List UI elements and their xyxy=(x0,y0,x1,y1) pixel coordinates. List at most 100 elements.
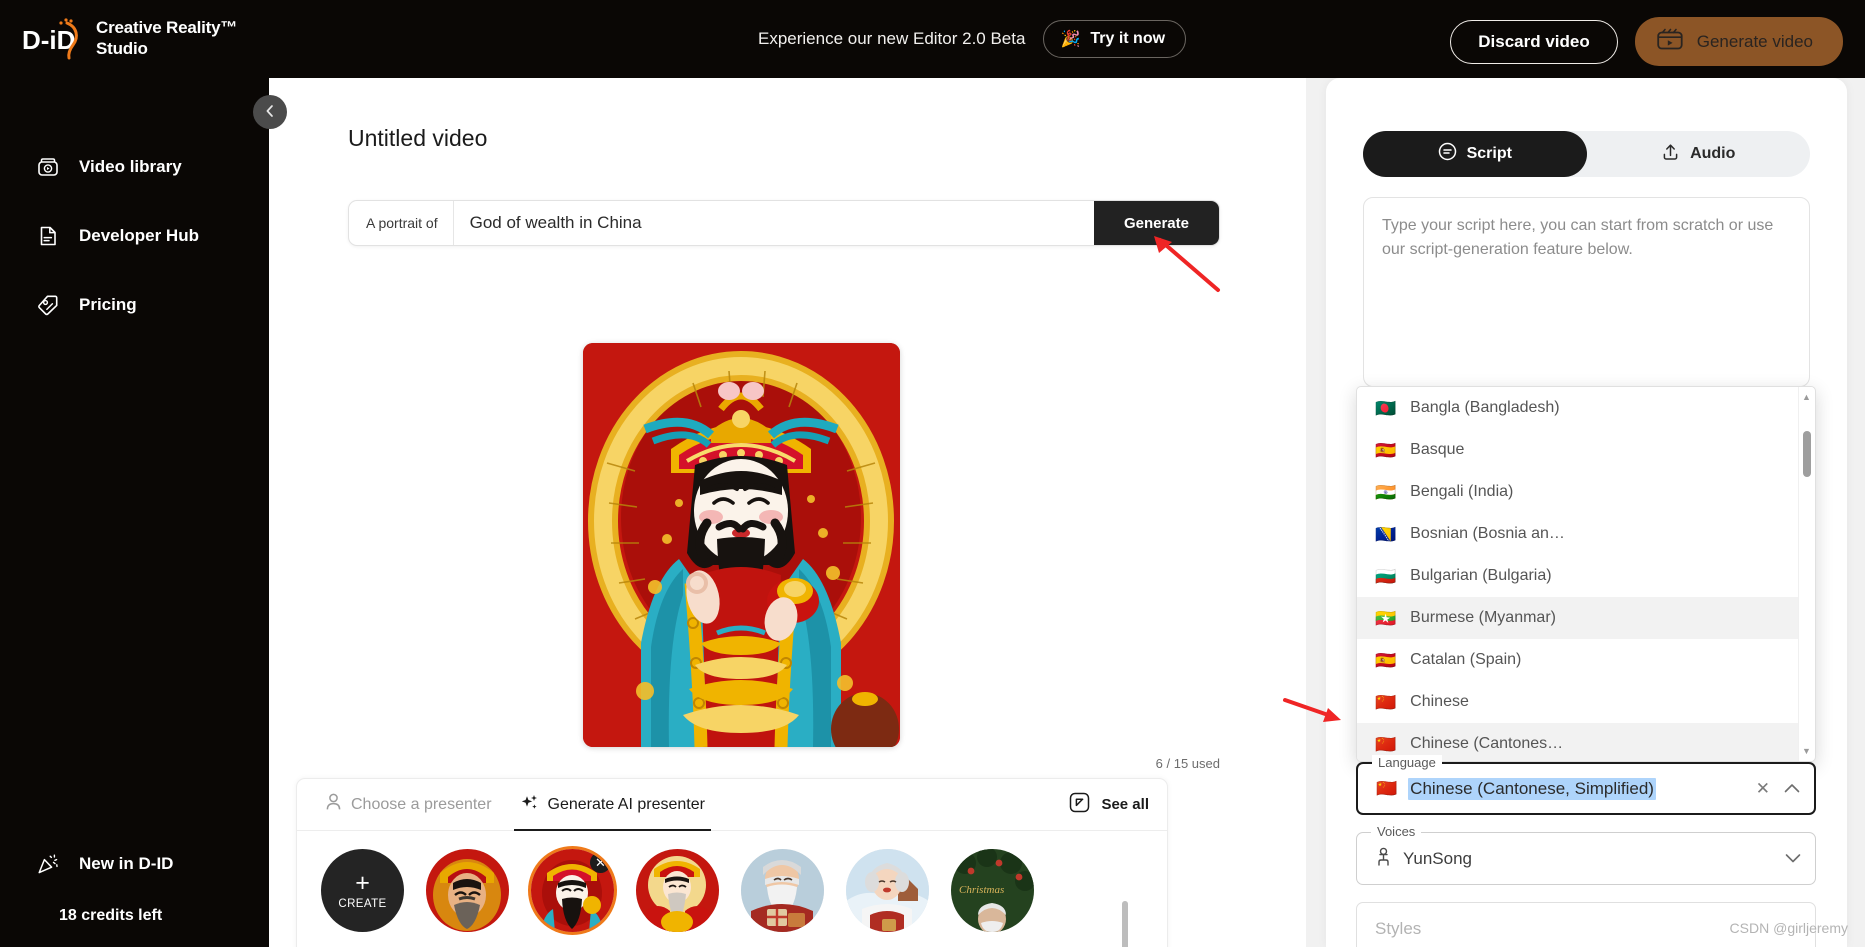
voices-field-actions xyxy=(1785,851,1801,866)
script-textarea[interactable]: Type your script here, you can start fro… xyxy=(1363,197,1810,387)
avatar-grid-scroll-thumb[interactable] xyxy=(1122,901,1128,947)
tab-audio[interactable]: Audio xyxy=(1587,131,1811,177)
sidebar-item-pricing-label: Pricing xyxy=(79,295,137,314)
language-option-label: Catalan (Spain) xyxy=(1410,651,1522,668)
language-dropdown-scrollbar[interactable]: ▲ ▼ xyxy=(1798,387,1813,761)
tab-script-label: Script xyxy=(1466,145,1512,162)
sidebar-item-video-library-label: Video library xyxy=(79,157,182,176)
language-option-label: Chinese xyxy=(1410,693,1469,710)
flag-icon: 🇲🇲 xyxy=(1375,608,1397,628)
chevron-left-icon xyxy=(264,104,276,121)
sidebar-item-new-in-did[interactable]: New in D-ID xyxy=(0,839,269,889)
prompt-bar: A portrait of Generate xyxy=(348,200,1220,246)
language-option-bosnian[interactable]: 🇧🇦 Bosnian (Bosnia an… xyxy=(1357,513,1798,555)
try-it-now-label: Try it now xyxy=(1090,30,1166,47)
language-option-bengali-india[interactable]: 🇮🇳 Bengali (India) xyxy=(1357,471,1798,513)
svg-text:Christmas: Christmas xyxy=(959,884,1004,896)
voices-select[interactable]: Voices YunSong xyxy=(1356,824,1816,885)
language-dropdown-list: 🇧🇩 Bangla (Bangladesh) 🇪🇸 Basque 🇮🇳 Beng… xyxy=(1356,386,1816,762)
price-tag-icon xyxy=(36,293,60,317)
avatar-santa-claus-gifts[interactable] xyxy=(741,849,824,932)
see-all-button[interactable]: See all xyxy=(1069,792,1149,817)
sidebar-collapse-button[interactable] xyxy=(253,95,287,129)
generate-portrait-button[interactable]: Generate xyxy=(1093,201,1219,245)
promo-banner: Experience our new Editor 2.0 Beta 🎉 Try… xyxy=(758,20,1187,58)
tab-choose-a-presenter[interactable]: Choose a presenter xyxy=(311,779,506,831)
party-popper-icon xyxy=(36,852,60,876)
language-dropdown-options: 🇧🇩 Bangla (Bangladesh) 🇪🇸 Basque 🇮🇳 Beng… xyxy=(1357,387,1798,761)
sidebar-item-pricing[interactable]: Pricing xyxy=(0,280,269,330)
expand-icon xyxy=(1069,792,1090,817)
language-option-catalan-spain[interactable]: 🇪🇸 Catalan (Spain) xyxy=(1357,639,1798,681)
language-option-bulgarian-bulgaria[interactable]: 🇧🇬 Bulgarian (Bulgaria) xyxy=(1357,555,1798,597)
tab-generate-ai-presenter[interactable]: Generate AI presenter xyxy=(506,779,719,831)
triangle-up-icon[interactable]: ▲ xyxy=(1799,390,1814,404)
language-field-actions: ✕ xyxy=(1756,780,1800,797)
chevron-down-icon[interactable] xyxy=(1785,851,1801,866)
try-it-now-button[interactable]: 🎉 Try it now xyxy=(1043,20,1187,58)
brand[interactable]: D-iD Creative Reality™ Studio xyxy=(20,14,256,62)
delete-avatar-button[interactable]: ✕ xyxy=(590,852,611,873)
flag-icon: 🇮🇳 xyxy=(1375,482,1397,502)
flag-icon: 🇨🇳 xyxy=(1376,778,1398,798)
top-bar-actions: Discard video Generate video xyxy=(1450,17,1843,66)
close-icon: ✕ xyxy=(595,855,606,870)
language-value: 🇨🇳 Chinese (Cantonese, Simplified) xyxy=(1376,777,1656,800)
styles-placeholder: Styles xyxy=(1375,918,1422,938)
prompt-input[interactable] xyxy=(453,201,1094,245)
create-avatar-button[interactable]: + CREATE xyxy=(321,849,404,932)
generate-video-label: Generate video xyxy=(1696,31,1813,51)
sidebar-item-developer-hub[interactable]: Developer Hub xyxy=(0,211,269,261)
language-select[interactable]: Language 🇨🇳 Chinese (Cantonese, Simplifi… xyxy=(1356,755,1816,815)
tab-script[interactable]: Script xyxy=(1363,131,1587,177)
flag-icon: 🇧🇦 xyxy=(1375,524,1397,544)
avatar-grid: + CREATE ✕ Christmas xyxy=(297,831,1135,947)
see-all-label: See all xyxy=(1101,796,1149,813)
upload-icon xyxy=(1661,142,1680,166)
did-logo-icon: D-iD xyxy=(20,14,82,62)
brand-title: Creative Reality™ Studio xyxy=(96,17,238,58)
promo-text: Experience our new Editor 2.0 Beta xyxy=(758,29,1026,48)
avatar-god-of-wealth-black-beard[interactable]: ✕ xyxy=(531,849,614,932)
script-card: Script Audio Type your script here, you … xyxy=(1326,78,1847,947)
avatar-grid-scrollbar[interactable] xyxy=(1122,901,1128,947)
language-option-bangla-bangladesh[interactable]: 🇧🇩 Bangla (Bangladesh) xyxy=(1357,387,1798,429)
sidebar-item-video-library[interactable]: Video library xyxy=(0,142,269,192)
language-option-basque[interactable]: 🇪🇸 Basque xyxy=(1357,429,1798,471)
language-dropdown-scroll-thumb[interactable] xyxy=(1803,431,1811,477)
language-option-chinese[interactable]: 🇨🇳 Chinese xyxy=(1357,681,1798,723)
script-audio-segmented-control: Script Audio xyxy=(1363,131,1810,177)
avatar-christmas-elder-portrait[interactable]: Christmas xyxy=(951,849,1034,932)
tab-audio-label: Audio xyxy=(1690,145,1736,162)
discard-video-button[interactable]: Discard video xyxy=(1450,19,1618,64)
document-icon xyxy=(36,224,60,248)
tab-choose-a-presenter-label: Choose a presenter xyxy=(351,795,492,813)
flag-icon: 🇪🇸 xyxy=(1375,440,1397,460)
avatar-god-of-war-red-gold[interactable] xyxy=(426,849,509,932)
avatar-god-of-wealth-gold-ingot[interactable] xyxy=(636,849,719,932)
chat-bubble-icon xyxy=(1438,142,1457,166)
watermark: CSDN @girljeremy xyxy=(1729,920,1848,936)
create-avatar-label: CREATE xyxy=(338,898,387,910)
prompt-prefix-label: A portrait of xyxy=(349,201,454,245)
generate-video-button[interactable]: Generate video xyxy=(1634,17,1843,66)
sidebar-bottom: New in D-ID 18 credits left xyxy=(0,839,269,947)
chevron-up-icon[interactable] xyxy=(1784,781,1800,796)
sidebar: Video library Developer Hub Pricing New … xyxy=(0,78,269,947)
generated-portrait-image[interactable] xyxy=(583,343,900,747)
language-option-label: Bosnian (Bosnia an… xyxy=(1410,525,1565,542)
page-title[interactable]: Untitled video xyxy=(348,125,487,152)
language-option-burmese-myanmar[interactable]: 🇲🇲 Burmese (Myanmar) xyxy=(1357,597,1798,639)
person-icon xyxy=(325,793,342,816)
triangle-down-icon[interactable]: ▼ xyxy=(1799,744,1814,758)
svg-text:D-iD: D-iD xyxy=(22,25,75,55)
avatar-mrs-claus-winter[interactable] xyxy=(846,849,929,932)
language-option-label: Bangla (Bangladesh) xyxy=(1410,399,1560,416)
plus-icon: + xyxy=(355,869,370,897)
flag-icon: 🇨🇳 xyxy=(1375,734,1397,754)
language-option-label: Chinese (Cantones… xyxy=(1410,735,1564,752)
video-clip-icon xyxy=(1657,28,1683,55)
clear-language-button[interactable]: ✕ xyxy=(1756,780,1770,797)
main-pane: Untitled video A portrait of Generate xyxy=(269,78,1306,947)
language-option-label: Burmese (Myanmar) xyxy=(1410,609,1556,626)
